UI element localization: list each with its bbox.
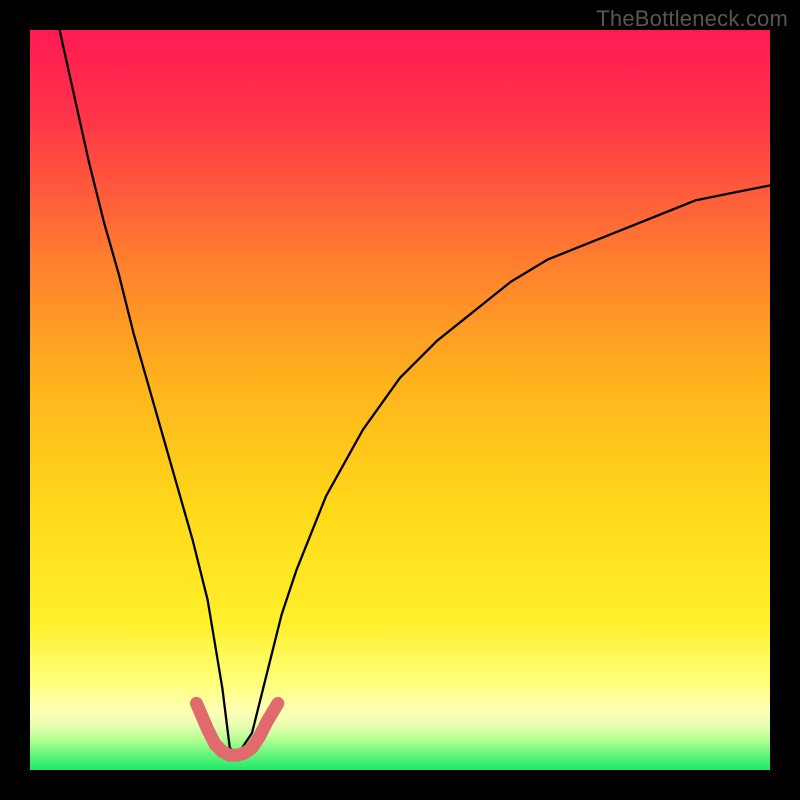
chart-svg — [30, 30, 770, 770]
chart-background — [30, 30, 770, 770]
chart-frame: TheBottleneck.com — [0, 0, 800, 800]
chart-plot-area — [30, 30, 770, 770]
watermark-text: TheBottleneck.com — [596, 6, 788, 32]
